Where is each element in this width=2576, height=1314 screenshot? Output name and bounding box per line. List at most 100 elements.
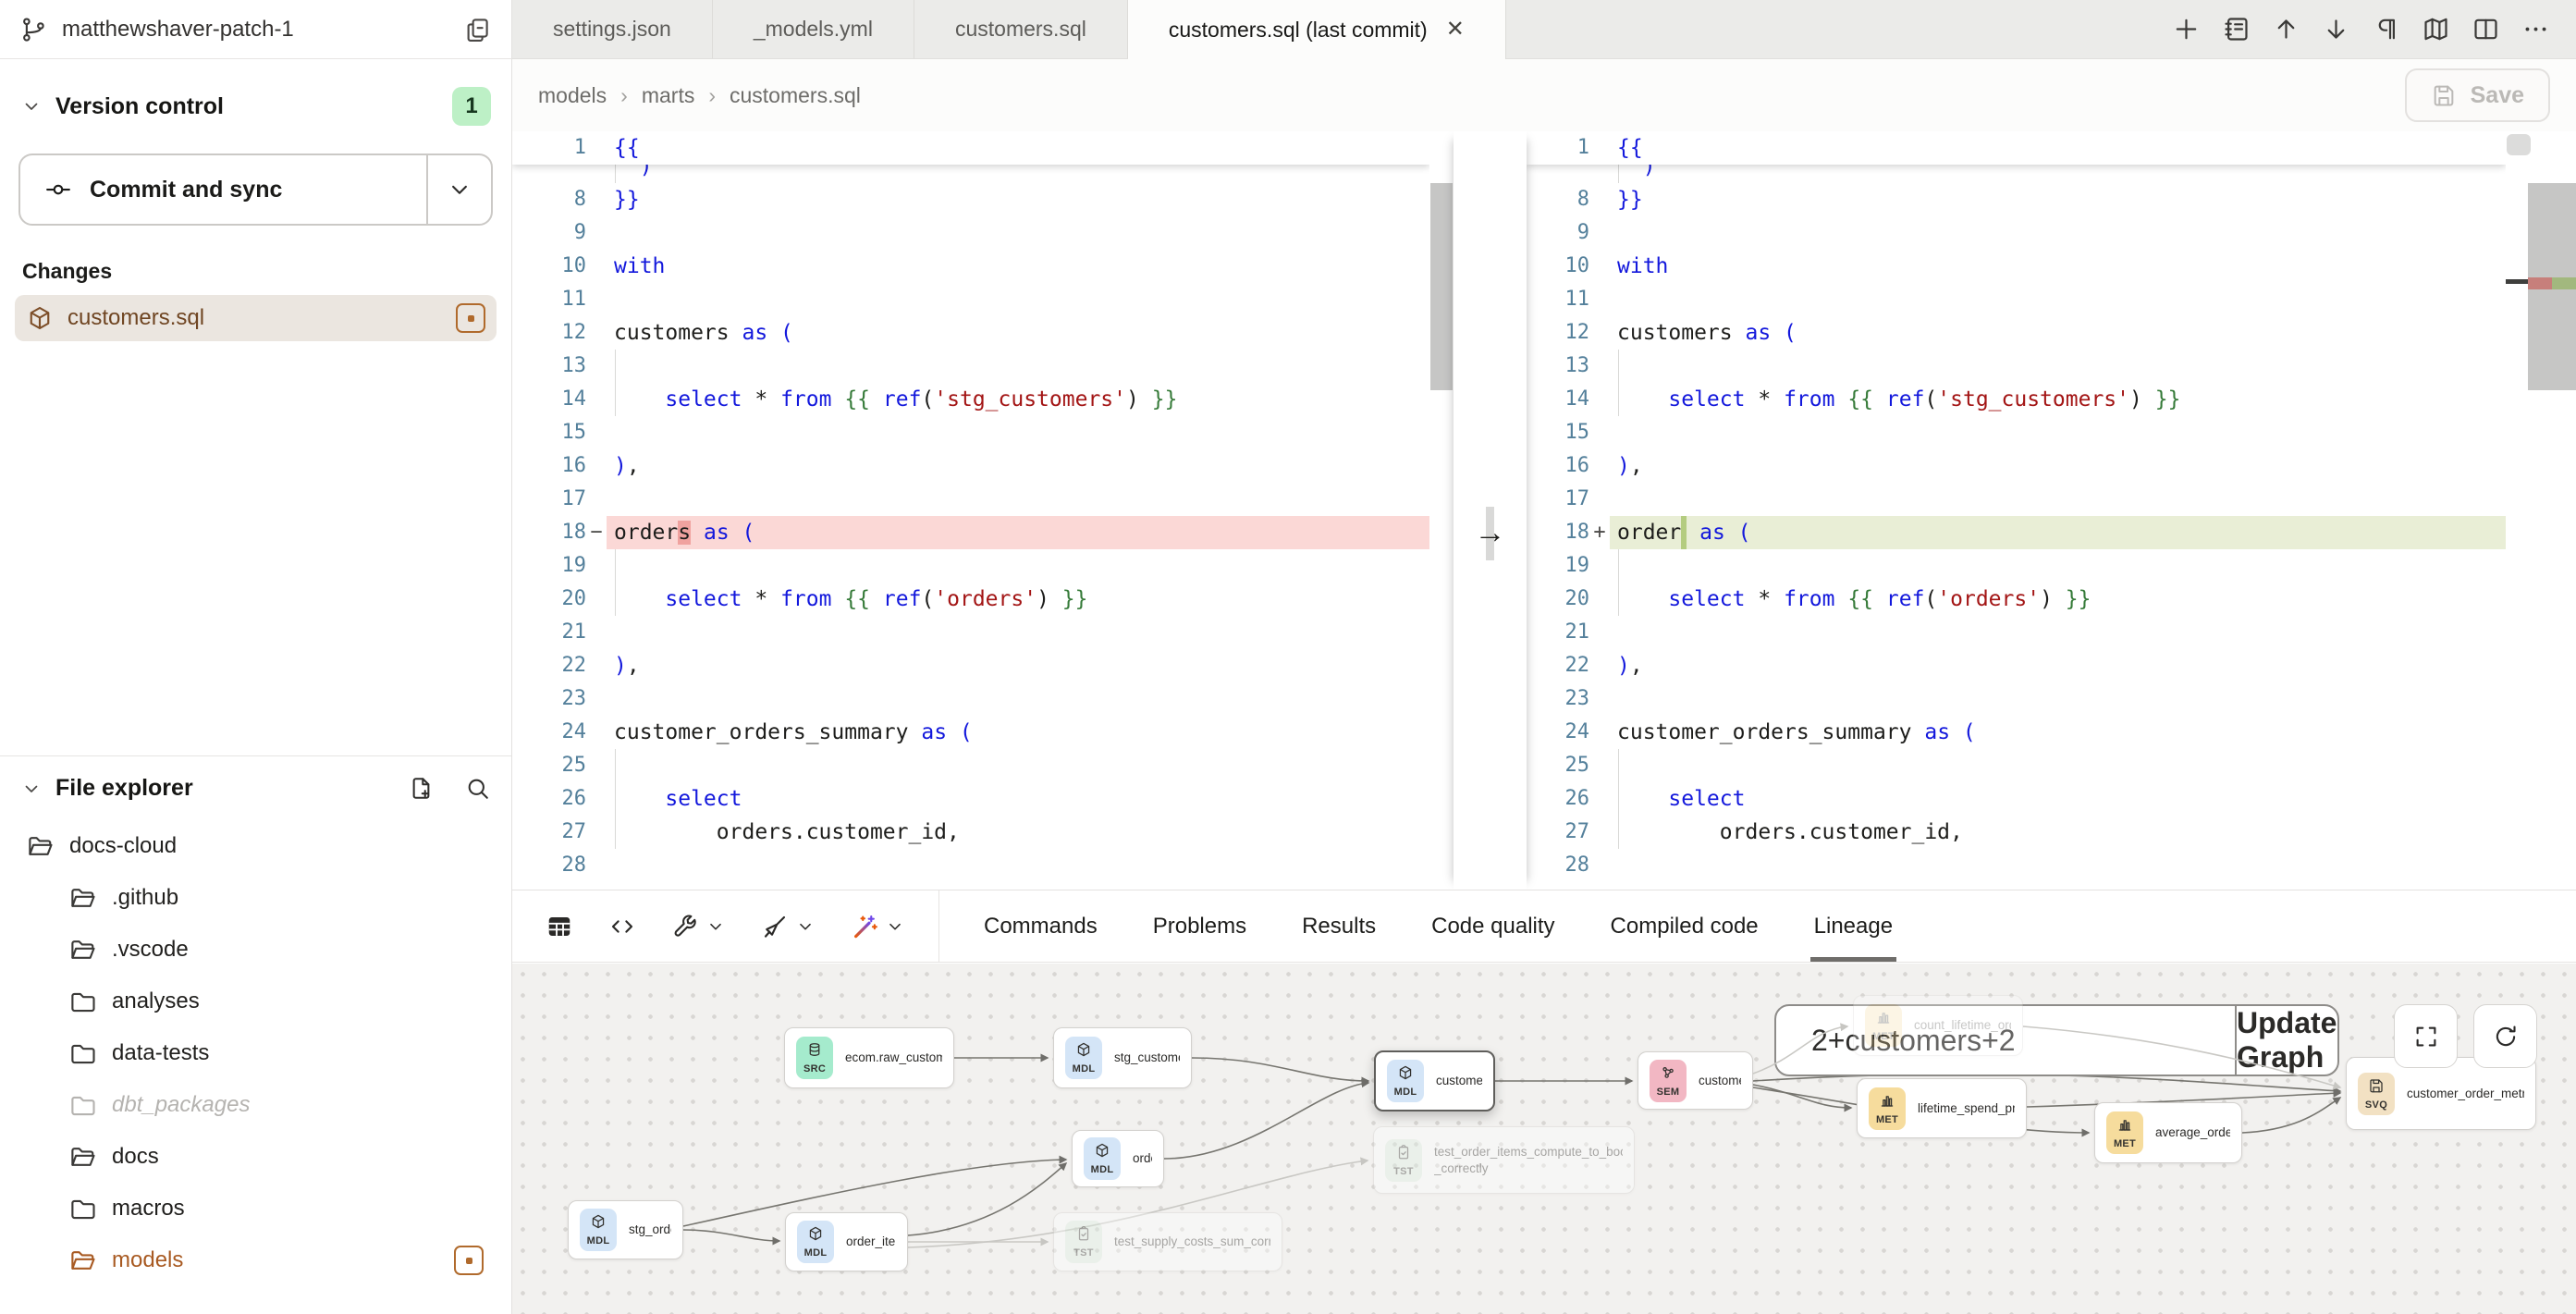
commit-and-sync-button[interactable]: Commit and sync	[18, 154, 493, 226]
broom-button[interactable]	[761, 913, 816, 940]
lineage-node-order_items[interactable]: MDLorder_items	[785, 1212, 908, 1271]
line-text	[607, 616, 1429, 649]
branch-row[interactable]: matthewshaver-patch-1	[0, 0, 511, 59]
tab--models-yml[interactable]: _models.yml	[713, 0, 914, 58]
line-text	[1610, 549, 2506, 583]
line-number: 13	[512, 350, 586, 383]
code-line: 28	[512, 849, 1429, 882]
lineage-node-stg_customers[interactable]: MDLstg_customers	[1053, 1027, 1192, 1088]
lineage-node-orders[interactable]: MDLorders	[1072, 1130, 1164, 1187]
lineage-canvas[interactable]: Update Graph SRCecom.raw_customers MDLstg…	[512, 964, 2576, 1314]
line-text	[607, 849, 1429, 882]
file-item-dbt_packages[interactable]: dbt_packages	[15, 1079, 497, 1131]
line-text: ),	[1610, 449, 2506, 483]
line-number: 11	[1527, 283, 1589, 316]
file-item-label: analyses	[112, 989, 200, 1014]
bottom-tab-results[interactable]: Results	[1302, 890, 1376, 962]
chevron-down-icon[interactable]	[20, 778, 43, 800]
code-line: 25	[1527, 749, 2506, 782]
chevron-down-icon[interactable]	[885, 916, 905, 937]
save-button[interactable]: Save	[2405, 68, 2550, 122]
scrollbar-thumb[interactable]	[1430, 183, 1453, 390]
wand-button[interactable]	[851, 913, 905, 940]
line-number: 1	[1527, 131, 1589, 165]
close-icon[interactable]: ✕	[1446, 18, 1465, 41]
diff-pane-left[interactable]: 8}}910with1112customers as (1314 select …	[512, 131, 1429, 890]
line-text: }}	[607, 183, 1429, 216]
chevron-down-icon[interactable]	[795, 916, 816, 937]
wrench-button[interactable]	[671, 913, 726, 940]
tab-settings-json[interactable]: settings.json	[512, 0, 713, 58]
line-text	[1610, 682, 2506, 716]
file-item-.github[interactable]: .github	[15, 872, 497, 924]
diff-editor: 8}}910with1112customers as (1314 select …	[512, 131, 2576, 890]
ellipsis-icon[interactable]	[2521, 15, 2550, 43]
breadcrumb-marts[interactable]: marts	[642, 83, 695, 108]
lineage-node-customers[interactable]: MDLcustomers	[1374, 1050, 1495, 1111]
file-item-label: .vscode	[112, 937, 189, 963]
changed-file-customers-sql[interactable]: customers.sql	[15, 295, 497, 341]
line-text: select	[607, 782, 1429, 816]
apply-change-arrow-button[interactable]: →	[1454, 516, 1527, 549]
code-line: 20 select * from {{ ref('orders') }}	[1527, 583, 2506, 616]
lineage-node-test_order_items_compute_to_bools_correctly[interactable]: TSTtest_order_items_compute_to_bools _co…	[1373, 1126, 1635, 1194]
pilcrow-icon[interactable]	[2372, 15, 2400, 43]
line-text	[607, 216, 1429, 250]
chevron-down-icon[interactable]	[705, 916, 726, 937]
file-item-docs-cloud[interactable]: docs-cloud	[15, 820, 497, 872]
bottom-tab-compiled-code[interactable]: Compiled code	[1611, 890, 1759, 962]
breadcrumb-separator: ›	[620, 83, 628, 108]
diff-overview-ruler[interactable]	[2506, 131, 2576, 890]
line-text	[1610, 416, 2506, 449]
file-item-analyses[interactable]: analyses	[15, 976, 497, 1027]
breadcrumb-file[interactable]: customers.sql	[730, 83, 861, 108]
plus-icon[interactable]	[2172, 15, 2201, 43]
bottom-tab-lineage[interactable]: Lineage	[1814, 890, 1893, 962]
new-file-icon[interactable]	[408, 775, 435, 802]
scrollbar-thumb[interactable]	[2507, 134, 2531, 155]
bottom-tab-code-quality[interactable]: Code quality	[1431, 890, 1554, 962]
lineage-node-average_order_value[interactable]: METaverage_order_value	[2094, 1102, 2242, 1163]
lineage-node-customers_sem[interactable]: SEMcustomers	[1638, 1051, 1753, 1110]
arrow-up-icon[interactable]	[2272, 15, 2300, 43]
file-item-models[interactable]: models	[15, 1234, 497, 1286]
code-line: 8}}	[1527, 183, 2506, 216]
table-button[interactable]	[546, 913, 573, 940]
diff-marker	[586, 616, 607, 649]
tab-customers-sql-last-commit-[interactable]: customers.sql (last commit)✕	[1128, 0, 1506, 59]
code-line: 11	[512, 283, 1429, 316]
code-line: 1{{	[1527, 131, 2506, 165]
split-columns-icon[interactable]	[2472, 15, 2500, 43]
file-item-data-tests[interactable]: data-tests	[15, 1027, 497, 1079]
fullscreen-button[interactable]	[2394, 1004, 2458, 1068]
file-item-docs[interactable]: docs	[15, 1131, 497, 1183]
file-item-macros[interactable]: macros	[15, 1183, 497, 1234]
lineage-node-lifetime_spend_pretax[interactable]: METlifetime_spend_pretax	[1857, 1078, 2027, 1138]
sticky-context-line: 1{{	[1527, 131, 2506, 165]
lineage-node-count_lifetime_orders[interactable]: METcount_lifetime_orders	[1853, 995, 2023, 1056]
bottom-tab-commands[interactable]: Commands	[984, 890, 1098, 962]
edge-orders-to-customers	[1164, 1083, 1368, 1159]
copy-branch-icon[interactable]	[463, 16, 491, 43]
lineage-node-test_supply_costs_sum_correctly[interactable]: TSTtest_supply_costs_sum_correctly	[1053, 1212, 1282, 1271]
file-item-.vscode[interactable]: .vscode	[15, 924, 497, 976]
notebook-icon[interactable]	[2222, 15, 2251, 43]
line-number: 9	[1527, 216, 1589, 250]
arrow-down-icon[interactable]	[2322, 15, 2350, 43]
map-icon[interactable]	[2422, 15, 2450, 43]
refresh-graph-button[interactable]	[2473, 1004, 2537, 1068]
diff-pane-right[interactable]: 8}}910with1112customers as (1314 select …	[1527, 131, 2506, 890]
lineage-node-stg_orders[interactable]: MDLstg_orders	[568, 1200, 683, 1259]
search-icon[interactable]	[464, 775, 491, 802]
diff-marker	[1589, 131, 1610, 165]
bottom-tab-problems[interactable]: Problems	[1153, 890, 1246, 962]
chevron-down-icon[interactable]	[20, 95, 43, 117]
commit-options-dropdown[interactable]	[426, 155, 491, 224]
tab-customers-sql[interactable]: customers.sql	[914, 0, 1128, 58]
lineage-node-ecom.raw_customers[interactable]: SRCecom.raw_customers	[784, 1027, 954, 1088]
code-button[interactable]	[608, 913, 636, 940]
breadcrumb-models[interactable]: models	[538, 83, 607, 108]
update-graph-button[interactable]: Update Graph	[2235, 1006, 2337, 1075]
bottom-panel: Commands Problems Results Code quality Compi…	[512, 890, 2576, 1314]
left-pane-scrollbar[interactable]	[1429, 131, 1454, 890]
